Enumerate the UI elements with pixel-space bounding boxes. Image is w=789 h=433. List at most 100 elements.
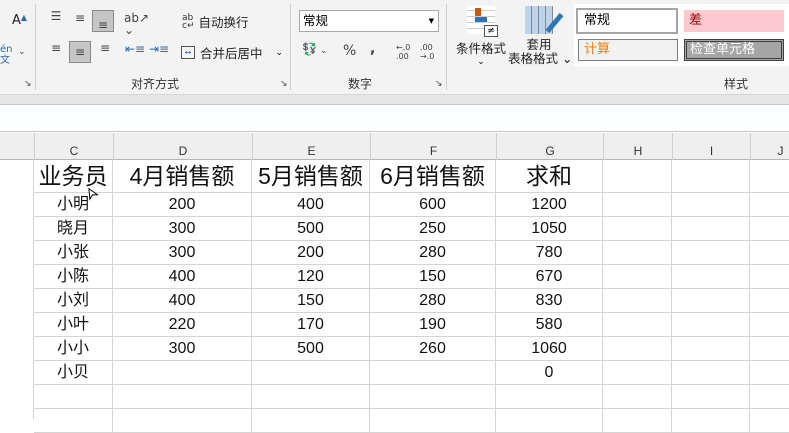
empty-cell[interactable] bbox=[113, 409, 252, 433]
empty-cell[interactable] bbox=[672, 160, 750, 193]
empty-cell[interactable] bbox=[750, 265, 789, 289]
table-cell[interactable]: 170 bbox=[252, 313, 370, 337]
dialog-launcher-icon[interactable]: ↘ bbox=[435, 80, 443, 89]
empty-cell[interactable] bbox=[603, 193, 672, 217]
empty-cell[interactable] bbox=[252, 385, 370, 409]
table-cell[interactable]: 小刘 bbox=[34, 289, 113, 313]
empty-cell[interactable] bbox=[672, 241, 750, 265]
table-cell[interactable]: 600 bbox=[370, 193, 496, 217]
column-header-e[interactable]: E bbox=[252, 133, 370, 160]
table-cell[interactable]: 300 bbox=[113, 241, 252, 265]
spreadsheet-grid[interactable]: 业务员 4月销售额 5月销售额 6月销售额 求和 小明 200 400 600 1200 晓月 300… bbox=[0, 160, 789, 433]
increase-indent-button[interactable]: ⇥≡ bbox=[149, 43, 169, 55]
table-cell[interactable]: 0 bbox=[496, 361, 603, 385]
empty-cell[interactable] bbox=[750, 193, 789, 217]
cell-style-bad[interactable]: 差 bbox=[684, 10, 784, 32]
table-cell[interactable]: 780 bbox=[496, 241, 603, 265]
table-cell[interactable]: 580 bbox=[496, 313, 603, 337]
table-cell[interactable]: 150 bbox=[370, 265, 496, 289]
empty-cell[interactable] bbox=[750, 385, 789, 409]
header-cell[interactable]: 4月销售额 bbox=[113, 160, 252, 193]
wrap-text-button[interactable]: ab c↵ 自动换行 bbox=[182, 12, 249, 31]
table-cell[interactable]: 500 bbox=[252, 337, 370, 361]
cell-style-check-cell[interactable]: 检查单元格 bbox=[684, 39, 784, 61]
empty-cell[interactable] bbox=[603, 337, 672, 361]
table-cell[interactable]: 150 bbox=[252, 289, 370, 313]
table-cell[interactable]: 400 bbox=[113, 289, 252, 313]
formula-bar[interactable] bbox=[0, 105, 789, 132]
table-cell[interactable]: 190 bbox=[370, 313, 496, 337]
empty-cell[interactable] bbox=[672, 193, 750, 217]
empty-cell[interactable] bbox=[750, 361, 789, 385]
empty-cell[interactable] bbox=[750, 289, 789, 313]
empty-cell[interactable] bbox=[603, 361, 672, 385]
table-cell[interactable]: 280 bbox=[370, 289, 496, 313]
dialog-launcher-icon[interactable]: ↘ bbox=[24, 80, 32, 89]
decrease-indent-button[interactable]: ⇤≡ bbox=[125, 43, 145, 55]
empty-cell[interactable] bbox=[672, 313, 750, 337]
table-cell[interactable]: 220 bbox=[113, 313, 252, 337]
table-cell[interactable]: 260 bbox=[370, 337, 496, 361]
empty-cell[interactable] bbox=[603, 217, 672, 241]
empty-cell[interactable] bbox=[750, 409, 789, 433]
table-cell[interactable]: 1060 bbox=[496, 337, 603, 361]
table-cell[interactable] bbox=[370, 361, 496, 385]
empty-cell[interactable] bbox=[113, 385, 252, 409]
chevron-down-icon[interactable]: ⌄ bbox=[276, 48, 284, 58]
chevron-down-icon[interactable]: ⌄ bbox=[18, 48, 26, 57]
column-header-f[interactable]: F bbox=[370, 133, 496, 160]
format-as-table-button[interactable]: 套用 表格格式 ⌄ bbox=[508, 6, 572, 66]
table-cell[interactable] bbox=[113, 361, 252, 385]
table-cell[interactable]: 小叶 bbox=[34, 313, 113, 337]
empty-cell[interactable] bbox=[672, 385, 750, 409]
align-top-button[interactable]: ☰ bbox=[46, 10, 66, 30]
empty-cell[interactable] bbox=[252, 409, 370, 433]
empty-cell[interactable] bbox=[496, 409, 603, 433]
empty-cell[interactable] bbox=[603, 241, 672, 265]
empty-cell[interactable] bbox=[603, 289, 672, 313]
table-cell[interactable]: 小陈 bbox=[34, 265, 113, 289]
table-cell[interactable]: 400 bbox=[113, 265, 252, 289]
empty-cell[interactable] bbox=[672, 337, 750, 361]
empty-cell[interactable] bbox=[603, 385, 672, 409]
empty-cell[interactable] bbox=[603, 160, 672, 193]
table-cell[interactable]: 200 bbox=[113, 193, 252, 217]
table-cell[interactable]: 500 bbox=[252, 217, 370, 241]
column-header-g[interactable]: G bbox=[496, 133, 603, 160]
empty-cell[interactable] bbox=[603, 265, 672, 289]
empty-cell[interactable] bbox=[750, 313, 789, 337]
empty-cell[interactable] bbox=[672, 217, 750, 241]
empty-cell[interactable] bbox=[672, 361, 750, 385]
column-header-h[interactable]: H bbox=[603, 133, 672, 160]
align-center-button[interactable]: ≡ bbox=[69, 41, 91, 63]
table-cell[interactable]: 200 bbox=[252, 241, 370, 265]
table-cell[interactable]: 300 bbox=[113, 337, 252, 361]
table-cell[interactable]: 830 bbox=[496, 289, 603, 313]
conditional-format-button[interactable]: ≠ 条件格式 ⌄ bbox=[455, 6, 507, 67]
empty-cell[interactable] bbox=[672, 265, 750, 289]
empty-cell[interactable] bbox=[496, 385, 603, 409]
header-cell[interactable]: 5月销售额 bbox=[252, 160, 370, 193]
header-cell[interactable]: 求和 bbox=[496, 160, 603, 193]
percent-button[interactable]: % bbox=[343, 44, 356, 58]
empty-cell[interactable] bbox=[370, 385, 496, 409]
table-cell[interactable]: 400 bbox=[252, 193, 370, 217]
align-middle-button[interactable]: ≡ bbox=[70, 12, 90, 32]
table-cell[interactable]: 小张 bbox=[34, 241, 113, 265]
column-header-j[interactable]: J bbox=[750, 133, 789, 160]
table-cell[interactable]: 小明 bbox=[34, 193, 113, 217]
merge-center-button[interactable]: ↔ 合并后居中 ⌄ bbox=[181, 43, 283, 62]
align-bottom-button[interactable]: ≡ bbox=[92, 10, 114, 32]
column-header-c[interactable]: C bbox=[34, 133, 113, 160]
cell-style-calculation[interactable]: 计算 bbox=[578, 39, 678, 61]
empty-cell[interactable] bbox=[34, 409, 113, 433]
align-right-button[interactable]: ≡ bbox=[95, 42, 115, 54]
table-cell[interactable]: 250 bbox=[370, 217, 496, 241]
table-cell[interactable]: 小贝 bbox=[34, 361, 113, 385]
accounting-format-button[interactable]: 💱 ⌄ bbox=[302, 43, 327, 56]
table-cell[interactable]: 280 bbox=[370, 241, 496, 265]
phonetic-button[interactable]: én 文 bbox=[0, 44, 13, 66]
empty-cell[interactable] bbox=[603, 313, 672, 337]
header-cell[interactable]: 6月销售额 bbox=[370, 160, 496, 193]
column-header-i[interactable]: I bbox=[672, 133, 750, 160]
